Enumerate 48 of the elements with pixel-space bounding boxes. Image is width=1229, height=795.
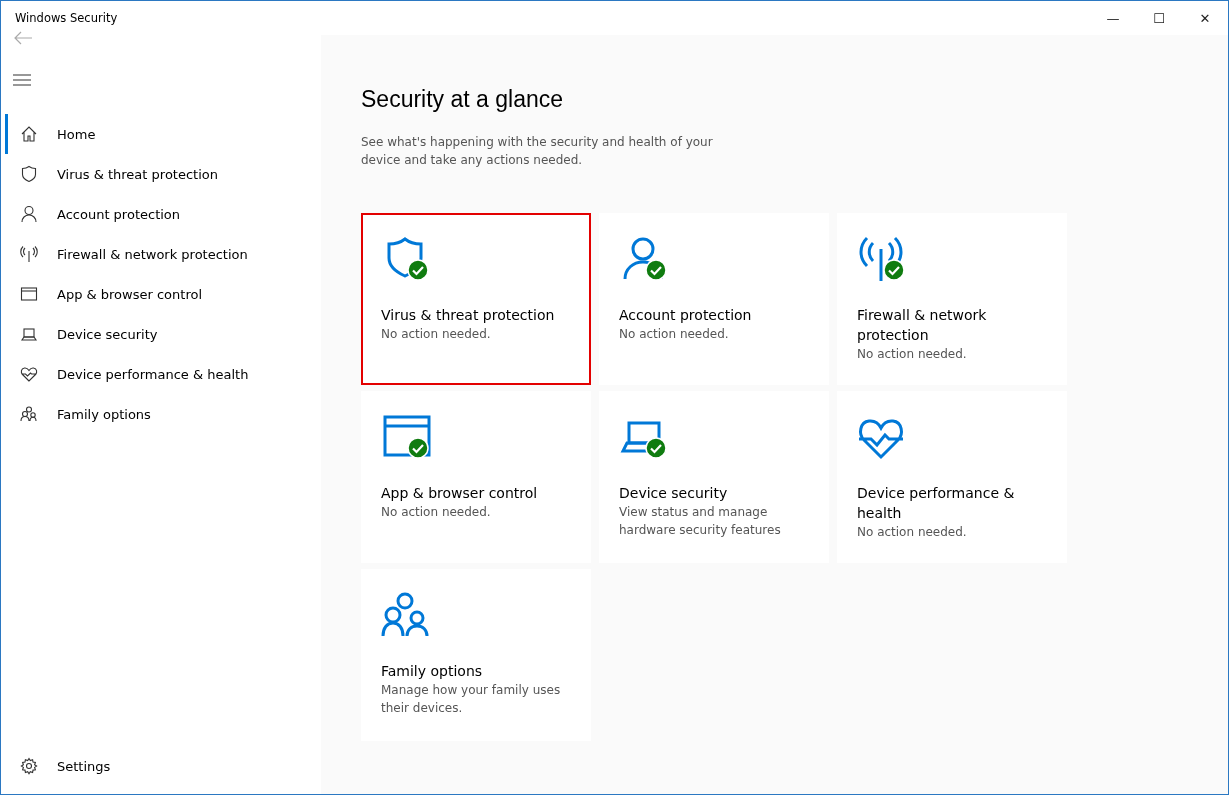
tile-status: No action needed. — [381, 504, 492, 521]
sidebar-item[interactable]: Family options — [5, 394, 161, 434]
tile-title: Virus & threat protection — [381, 306, 556, 325]
status-tile[interactable]: App & browser control No action needed. — [361, 391, 591, 563]
sidebar-item[interactable]: Account protection — [5, 194, 191, 234]
minimize-button[interactable]: — — [1090, 1, 1136, 35]
person-icon — [20, 205, 38, 223]
people-icon — [20, 405, 38, 423]
back-arrow-icon[interactable] — [13, 31, 33, 45]
window-title: Windows Security — [15, 11, 118, 25]
status-tile[interactable]: Account protection No action needed. — [599, 213, 829, 385]
family-icon — [381, 591, 431, 639]
tile-title: Device performance & health — [857, 484, 1016, 523]
status-tile[interactable]: Virus & threat protection No action needed. — [361, 213, 591, 385]
shield-icon — [20, 165, 38, 183]
sidebar-item[interactable]: App & browser control — [5, 274, 212, 314]
tile-status: No action needed. — [381, 326, 492, 343]
status-tile[interactable]: Family options Manage how your family uses their devices. — [361, 569, 591, 741]
tile-status: No action needed. — [619, 326, 730, 343]
tile-title: Family options — [381, 662, 484, 681]
tile-status: No action needed. — [857, 346, 968, 363]
window-icon — [20, 285, 38, 303]
tile-title: Account protection — [619, 306, 753, 325]
tile-status: Manage how your family uses their devices. — [381, 682, 562, 717]
tile-title: Device security — [619, 484, 729, 503]
menu-icon[interactable] — [13, 74, 33, 86]
laptop-icon — [20, 325, 38, 343]
tile-status: No action needed. — [857, 524, 968, 541]
status-tile[interactable]: Device performance & health No action needed. — [837, 391, 1067, 563]
heart-icon — [20, 365, 38, 383]
sidebar-item[interactable]: Device performance & health — [5, 354, 259, 394]
home-icon — [20, 125, 38, 143]
tile-status: View status and manage hardware security features — [619, 504, 782, 539]
maximize-button[interactable]: ☐ — [1136, 1, 1182, 35]
sidebar-item[interactable]: Firewall & network protection — [5, 234, 258, 274]
sidebar-item[interactable]: Virus & threat protection — [5, 154, 228, 194]
close-button[interactable]: ✕ — [1182, 1, 1228, 35]
tile-title: Firewall & network protection — [857, 306, 988, 345]
sidebar-item[interactable]: Home — [5, 114, 106, 154]
sidebar-item[interactable]: Device security — [5, 314, 168, 354]
status-tile[interactable]: Firewall & network protection No action needed. — [837, 213, 1067, 385]
antenna-icon — [20, 245, 38, 263]
status-tile[interactable]: Device security View status and manage hardware security features — [599, 391, 829, 563]
page-heading: Security at a glance — [361, 86, 564, 113]
settings-icon — [20, 757, 38, 775]
settings-link[interactable]: Settings — [5, 746, 121, 786]
intro-text: See what's happening with the security and health of your device and take any actions needed. — [361, 134, 714, 169]
tile-title: App & browser control — [381, 484, 539, 503]
